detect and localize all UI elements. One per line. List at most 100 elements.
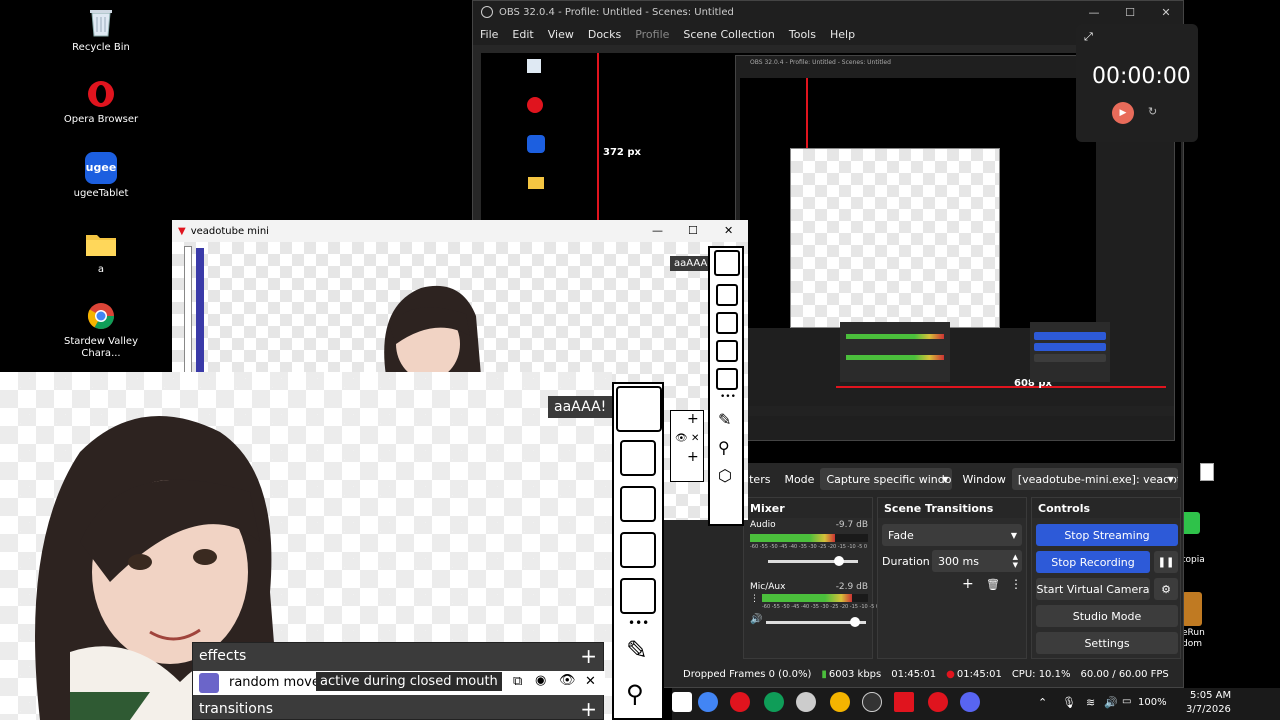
state-slot[interactable] (716, 340, 738, 362)
expand-icon[interactable]: ⤢ (1084, 30, 1093, 44)
eye-icon[interactable]: 👁 (559, 673, 576, 688)
chrome-icon[interactable] (830, 692, 850, 712)
opera-icon[interactable] (928, 692, 948, 712)
duration-input[interactable]: 300 ms ▲ ▼ (932, 550, 1022, 572)
menu-docks[interactable]: Docks (581, 28, 628, 41)
transitions-dock: Scene Transitions Fade ▼ Duration 300 ms… (877, 497, 1027, 659)
desktop-icon-recycle-bin[interactable]: Recycle Bin (61, 6, 141, 54)
kebab-icon[interactable]: ⋮ (750, 594, 759, 604)
veadotube-icon[interactable] (894, 692, 914, 712)
eye-icon[interactable]: 👁 (675, 433, 688, 444)
state-slot[interactable] (620, 440, 656, 476)
slider-handle[interactable] (850, 617, 860, 627)
close-button[interactable]: ✕ (724, 224, 733, 237)
state-slot[interactable] (620, 578, 656, 614)
clock-date[interactable]: 3/7/2026 (1186, 704, 1231, 715)
menu-file[interactable]: File (473, 28, 505, 41)
kebab-icon[interactable]: ⋮ (1010, 577, 1022, 591)
add-icon[interactable]: + (580, 644, 597, 668)
pencil-icon[interactable]: ✎ (626, 636, 648, 666)
chrome-icon[interactable] (764, 692, 784, 712)
avatar-slot[interactable] (616, 386, 662, 432)
transitions-header[interactable]: transitions + (193, 697, 605, 720)
settings-button[interactable]: Settings (1036, 632, 1178, 654)
pencil-icon[interactable]: ✎ (718, 410, 731, 429)
stop-streaming-button[interactable]: Stop Streaming (1036, 524, 1178, 546)
clock-time[interactable]: 5:05 AM (1190, 690, 1231, 701)
virtual-camera-settings-button[interactable]: ⚙ (1154, 578, 1178, 600)
transition-select[interactable]: Fade ▼ (882, 524, 1022, 546)
menu-view[interactable]: View (541, 28, 581, 41)
app-icon[interactable] (796, 692, 816, 712)
minimize-button[interactable]: — (1076, 1, 1112, 23)
stream-time: 01:45:01 (891, 668, 937, 680)
studio-mode-button[interactable]: Studio Mode (1036, 605, 1178, 627)
effects-header[interactable]: effects + (193, 643, 605, 669)
volume-icon[interactable]: 🔊 (1104, 696, 1118, 709)
window-select[interactable]: [veadotube-mini.exe]: veadotul ▼ (1011, 468, 1178, 490)
stepper-icon[interactable]: ▲ ▼ (1013, 553, 1018, 569)
more-icon[interactable]: ••• (720, 392, 736, 402)
mode-select[interactable]: Capture specific windo ▼ (820, 468, 953, 490)
mic-icon[interactable]: ⚲ (718, 438, 730, 457)
mic-volume-slider[interactable] (766, 617, 866, 627)
add-icon[interactable]: + (687, 449, 699, 465)
reset-icon[interactable]: ↻ (1148, 105, 1157, 118)
channel-name: Mic/Aux (750, 582, 786, 592)
discord-icon[interactable] (960, 692, 980, 712)
add-transition-icon[interactable]: + (962, 576, 974, 592)
cube-icon[interactable]: ⬡ (718, 466, 732, 485)
menu-help[interactable]: Help (823, 28, 862, 41)
play-button[interactable]: ▶ (1112, 102, 1134, 124)
close-icon[interactable]: ✕ (691, 433, 699, 444)
menu-scene-collection[interactable]: Scene Collection (676, 28, 781, 41)
desktop-icon-folder-a[interactable]: a (61, 228, 141, 276)
mode-label: Mode (784, 472, 815, 486)
volume-bar[interactable] (184, 246, 192, 376)
state-slot[interactable] (620, 486, 656, 522)
maximize-button[interactable]: ☐ (688, 224, 698, 237)
state-slot[interactable] (620, 532, 656, 568)
slider-handle[interactable] (834, 556, 844, 566)
desktop-icon-opera[interactable]: Opera Browser (61, 78, 141, 126)
wifi-icon[interactable]: ≋ (1086, 696, 1095, 709)
ugee-icon: ugee (85, 152, 117, 184)
chevron-up-icon[interactable]: ⌃ (1038, 696, 1047, 709)
start-virtual-camera-button[interactable]: Start Virtual Camera (1036, 578, 1150, 600)
speaker-icon[interactable]: 🔊 (750, 614, 762, 625)
copy-icon[interactable]: ⧉ (513, 674, 522, 689)
add-icon[interactable]: + (580, 697, 597, 720)
obs-status-bar: Dropped Frames 0 (0.0%) ▮ 6003 kbps 01:4… (673, 663, 1183, 685)
state-slot[interactable] (716, 284, 738, 306)
nested-veado-window (790, 148, 1000, 328)
eye-active-icon[interactable]: ◉ (535, 673, 546, 688)
close-button[interactable]: ✕ (1148, 1, 1183, 23)
desktop-icon-right-2[interactable] (1182, 592, 1202, 626)
pause-recording-button[interactable]: ❚❚ (1154, 551, 1178, 573)
stop-recording-button[interactable]: Stop Recording (1036, 551, 1150, 573)
more-icon[interactable]: ••• (628, 616, 649, 630)
state-slot[interactable] (716, 368, 738, 390)
battery-icon[interactable]: ▭ (1122, 696, 1131, 707)
avatar-slot[interactable] (714, 250, 740, 276)
minimize-button[interactable]: — (652, 224, 663, 237)
guide-width-label: 372 px (603, 147, 641, 158)
mic-icon[interactable]: 🎙 (1062, 696, 1076, 709)
mic-icon[interactable]: ⚲ (626, 680, 644, 708)
obs-icon[interactable] (862, 692, 882, 712)
desktop-widget[interactable] (1200, 463, 1214, 481)
chrome-icon[interactable] (698, 692, 718, 712)
audio-volume-slider[interactable] (768, 556, 858, 566)
menu-edit[interactable]: Edit (505, 28, 540, 41)
app-icon-notion[interactable] (672, 692, 692, 712)
add-icon[interactable]: + (687, 411, 699, 427)
youtube-icon[interactable] (730, 692, 750, 712)
close-icon[interactable]: ✕ (585, 674, 596, 689)
desktop-icon-stardew[interactable]: Stardew Valley Chara... (61, 300, 141, 360)
state-slot[interactable] (716, 312, 738, 334)
menu-tools[interactable]: Tools (782, 28, 823, 41)
desktop-icon-ugee[interactable]: ugee ugeeTablet (61, 152, 141, 200)
maximize-button[interactable]: ☐ (1112, 1, 1148, 23)
menu-profile[interactable]: Profile (628, 28, 676, 41)
trash-icon[interactable]: 🗑 (986, 578, 1000, 591)
